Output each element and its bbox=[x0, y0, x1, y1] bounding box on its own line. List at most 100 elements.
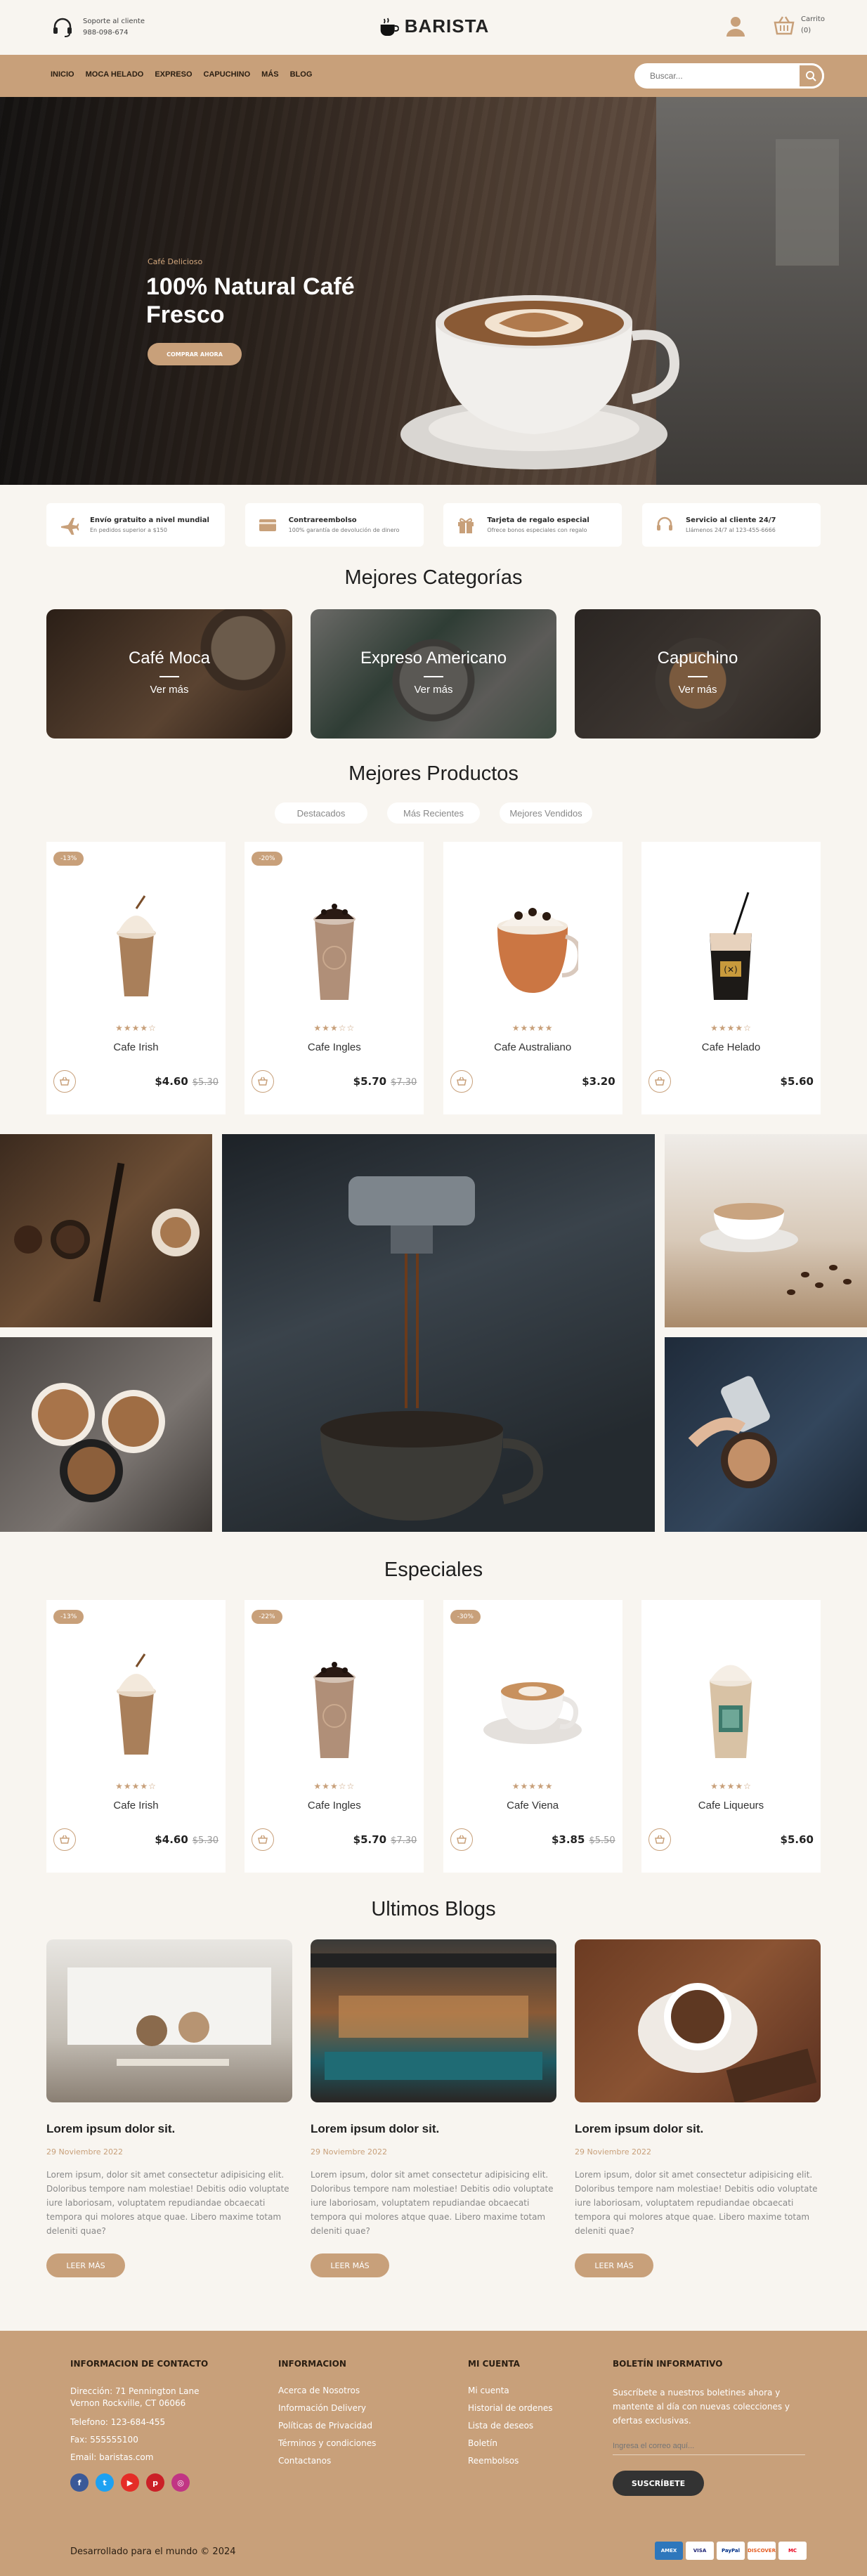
footer-link-contact[interactable]: Contactanos bbox=[278, 2456, 376, 2466]
product-image[interactable] bbox=[443, 877, 622, 1017]
product-card[interactable]: ★★★★★ Cafe Australiano $3.20 bbox=[443, 842, 622, 1114]
category-more-link[interactable]: Ver más bbox=[311, 684, 556, 696]
add-to-cart-button[interactable] bbox=[53, 1828, 76, 1851]
old-price: $7.30 bbox=[391, 1835, 417, 1846]
read-more-button[interactable]: LEER MÁS bbox=[575, 2253, 653, 2277]
product-image[interactable] bbox=[46, 877, 226, 1017]
product-image[interactable] bbox=[641, 1635, 821, 1776]
facebook-icon[interactable]: f bbox=[70, 2473, 89, 2492]
product-card[interactable]: -30% ★★★★★ Cafe Viena $3.85 $5.50 bbox=[443, 1600, 622, 1873]
product-card[interactable]: (✕) ★★★★☆ Cafe Helado $5.60 bbox=[641, 842, 821, 1114]
instagram-icon[interactable]: ◎ bbox=[171, 2473, 190, 2492]
brand-logo[interactable]: BARISTA bbox=[378, 15, 490, 37]
svg-text:(✕): (✕) bbox=[724, 965, 738, 975]
product-price: $5.70 $7.30 bbox=[353, 1833, 417, 1846]
blog-image-cafe-friends[interactable] bbox=[46, 1939, 292, 2102]
product-name[interactable]: Cafe Liqueurs bbox=[641, 1800, 821, 1811]
product-image[interactable] bbox=[245, 877, 424, 1017]
read-more-button[interactable]: LEER MÁS bbox=[311, 2253, 389, 2277]
nav-item-blog[interactable]: BLOG bbox=[290, 70, 313, 79]
product-card[interactable]: -22% ★★★☆☆ Cafe Ingles $5.70 $7.30 bbox=[245, 1600, 424, 1873]
product-image[interactable]: (✕) bbox=[641, 877, 821, 1017]
feature-title: Contrareembolso bbox=[288, 516, 357, 524]
subscribe-button[interactable]: SUSCRÍBETE bbox=[613, 2471, 704, 2496]
footer-link-newsletter[interactable]: Boletín bbox=[468, 2438, 553, 2448]
category-more-link[interactable]: Ver más bbox=[575, 684, 821, 696]
add-to-cart-button[interactable] bbox=[648, 1828, 671, 1851]
nav-item-capuchino[interactable]: CAPUCHINO bbox=[204, 70, 251, 79]
cart-button[interactable]: Carrito (0) bbox=[773, 14, 825, 37]
footer-link-order-history[interactable]: Historial de ordenes bbox=[468, 2403, 553, 2413]
product-name[interactable]: Cafe Ingles bbox=[245, 1041, 424, 1053]
footer-link-terms[interactable]: Términos y condiciones bbox=[278, 2438, 376, 2448]
feature-sub: 100% garantía de devolución de dinero bbox=[288, 527, 400, 533]
product-image[interactable] bbox=[443, 1635, 622, 1776]
footer-email[interactable]: Email: baristas.com bbox=[70, 2452, 246, 2462]
shop-now-button[interactable]: COMPRAR AHORA bbox=[148, 343, 242, 365]
add-to-cart-button[interactable] bbox=[252, 1070, 275, 1093]
tab-mejores-vendidos[interactable]: Mejores Vendidos bbox=[500, 802, 592, 824]
footer-link-privacy[interactable]: Políticas de Privacidad bbox=[278, 2421, 376, 2431]
old-price: $5.30 bbox=[192, 1077, 219, 1088]
product-card[interactable]: -20% ★★★☆☆ Cafe Ingles $5.70 $7.30 bbox=[245, 842, 424, 1114]
footer-link-wishlist[interactable]: Lista de deseos bbox=[468, 2421, 553, 2431]
product-name[interactable]: Cafe Irish bbox=[46, 1800, 226, 1811]
tab-mas-recientes[interactable]: Más Recientes bbox=[387, 802, 480, 824]
category-capuchino[interactable]: Capuchino Ver más bbox=[575, 609, 821, 739]
product-card[interactable]: -13% ★★★★☆ Cafe Irish $4.60 $5.30 bbox=[46, 1600, 226, 1873]
add-to-cart-button[interactable] bbox=[450, 1828, 473, 1851]
category-cafe-moca[interactable]: Café Moca Ver más bbox=[46, 609, 292, 739]
youtube-icon[interactable]: ▶ bbox=[121, 2473, 139, 2492]
category-expreso-americano[interactable]: Expreso Americano Ver más bbox=[311, 609, 556, 739]
footer-link-delivery[interactable]: Información Delivery bbox=[278, 2403, 376, 2413]
nav-item-moca-helado[interactable]: MOCA HELADO bbox=[86, 70, 144, 79]
blog-title[interactable]: Lorem ipsum dolor sit. bbox=[311, 2122, 556, 2136]
blog-image-coffee-shop[interactable] bbox=[311, 1939, 556, 2102]
add-to-cart-button[interactable] bbox=[252, 1828, 275, 1851]
blog-title[interactable]: Lorem ipsum dolor sit. bbox=[575, 2122, 821, 2136]
product-name[interactable]: Cafe Helado bbox=[641, 1041, 821, 1053]
footer-newsletter: BOLETÍN INFORMATIVO Suscríbete a nuestro… bbox=[613, 2359, 816, 2496]
feature-support: Servicio al cliente 24/7 Llámenos 24/7 al… bbox=[641, 503, 821, 547]
footer-contact: INFORMACION DE CONTACTO Dirección: 71 Pe… bbox=[70, 2359, 246, 2492]
tab-destacados[interactable]: Destacados bbox=[275, 802, 367, 824]
customer-support[interactable]: Soporte al cliente 988-098-674 bbox=[51, 15, 145, 39]
footer-link-about[interactable]: Acerca de Nosotros bbox=[278, 2386, 376, 2395]
feature-free-shipping: Envío gratuito a nivel mundial En pedidos… bbox=[46, 503, 225, 547]
blog-image-hot-chocolate[interactable] bbox=[575, 1939, 821, 2102]
hero-title: 100% Natural Café Fresco bbox=[146, 273, 355, 328]
product-name[interactable]: Cafe Ingles bbox=[245, 1800, 424, 1811]
nav-item-mas[interactable]: MÁS bbox=[261, 70, 278, 79]
read-more-button[interactable]: LEER MÁS bbox=[46, 2253, 125, 2277]
product-image[interactable] bbox=[46, 1635, 226, 1776]
add-to-cart-button[interactable] bbox=[53, 1070, 76, 1093]
product-name[interactable]: Cafe Viena bbox=[443, 1800, 622, 1811]
nav-item-expreso[interactable]: EXPRESO bbox=[155, 70, 192, 79]
product-name[interactable]: Cafe Australiano bbox=[443, 1041, 622, 1053]
product-card[interactable]: -13% ★★★★☆ Cafe Irish $4.60 $5.30 bbox=[46, 842, 226, 1114]
category-more-link[interactable]: Ver más bbox=[46, 684, 292, 696]
add-to-cart-button[interactable] bbox=[648, 1070, 671, 1093]
search-button[interactable] bbox=[797, 63, 824, 89]
blogs-row: Lorem ipsum dolor sit. 29 Noviembre 2022… bbox=[46, 1939, 821, 2277]
feature-gift-card: Tarjeta de regalo especial Ofrece bonos e… bbox=[443, 503, 622, 547]
footer-link-my-account[interactable]: Mi cuenta bbox=[468, 2386, 553, 2395]
search-icon bbox=[806, 71, 816, 82]
product-image[interactable] bbox=[245, 1635, 424, 1776]
product-name[interactable]: Cafe Irish bbox=[46, 1041, 226, 1053]
search-input[interactable] bbox=[650, 71, 797, 81]
product-card[interactable]: ★★★★☆ Cafe Liqueurs $5.60 bbox=[641, 1600, 821, 1873]
blog-title[interactable]: Lorem ipsum dolor sit. bbox=[46, 2122, 292, 2136]
footer-link-refunds[interactable]: Reembolsos bbox=[468, 2456, 553, 2466]
rating-stars: ★★★★★ bbox=[511, 1781, 554, 1791]
user-icon[interactable] bbox=[724, 14, 748, 38]
twitter-icon[interactable]: t bbox=[96, 2473, 114, 2492]
brand-name: BARISTA bbox=[404, 15, 490, 37]
newsletter-email-input[interactable] bbox=[613, 2438, 805, 2455]
add-to-cart-button[interactable] bbox=[450, 1070, 473, 1093]
discount-badge: -13% bbox=[53, 852, 84, 866]
nav-item-inicio[interactable]: INICIO bbox=[51, 70, 74, 79]
coffee-cup-icon bbox=[380, 18, 399, 36]
blogs-title: Ultimos Blogs bbox=[371, 1898, 496, 1920]
pinterest-icon[interactable]: p bbox=[146, 2473, 164, 2492]
